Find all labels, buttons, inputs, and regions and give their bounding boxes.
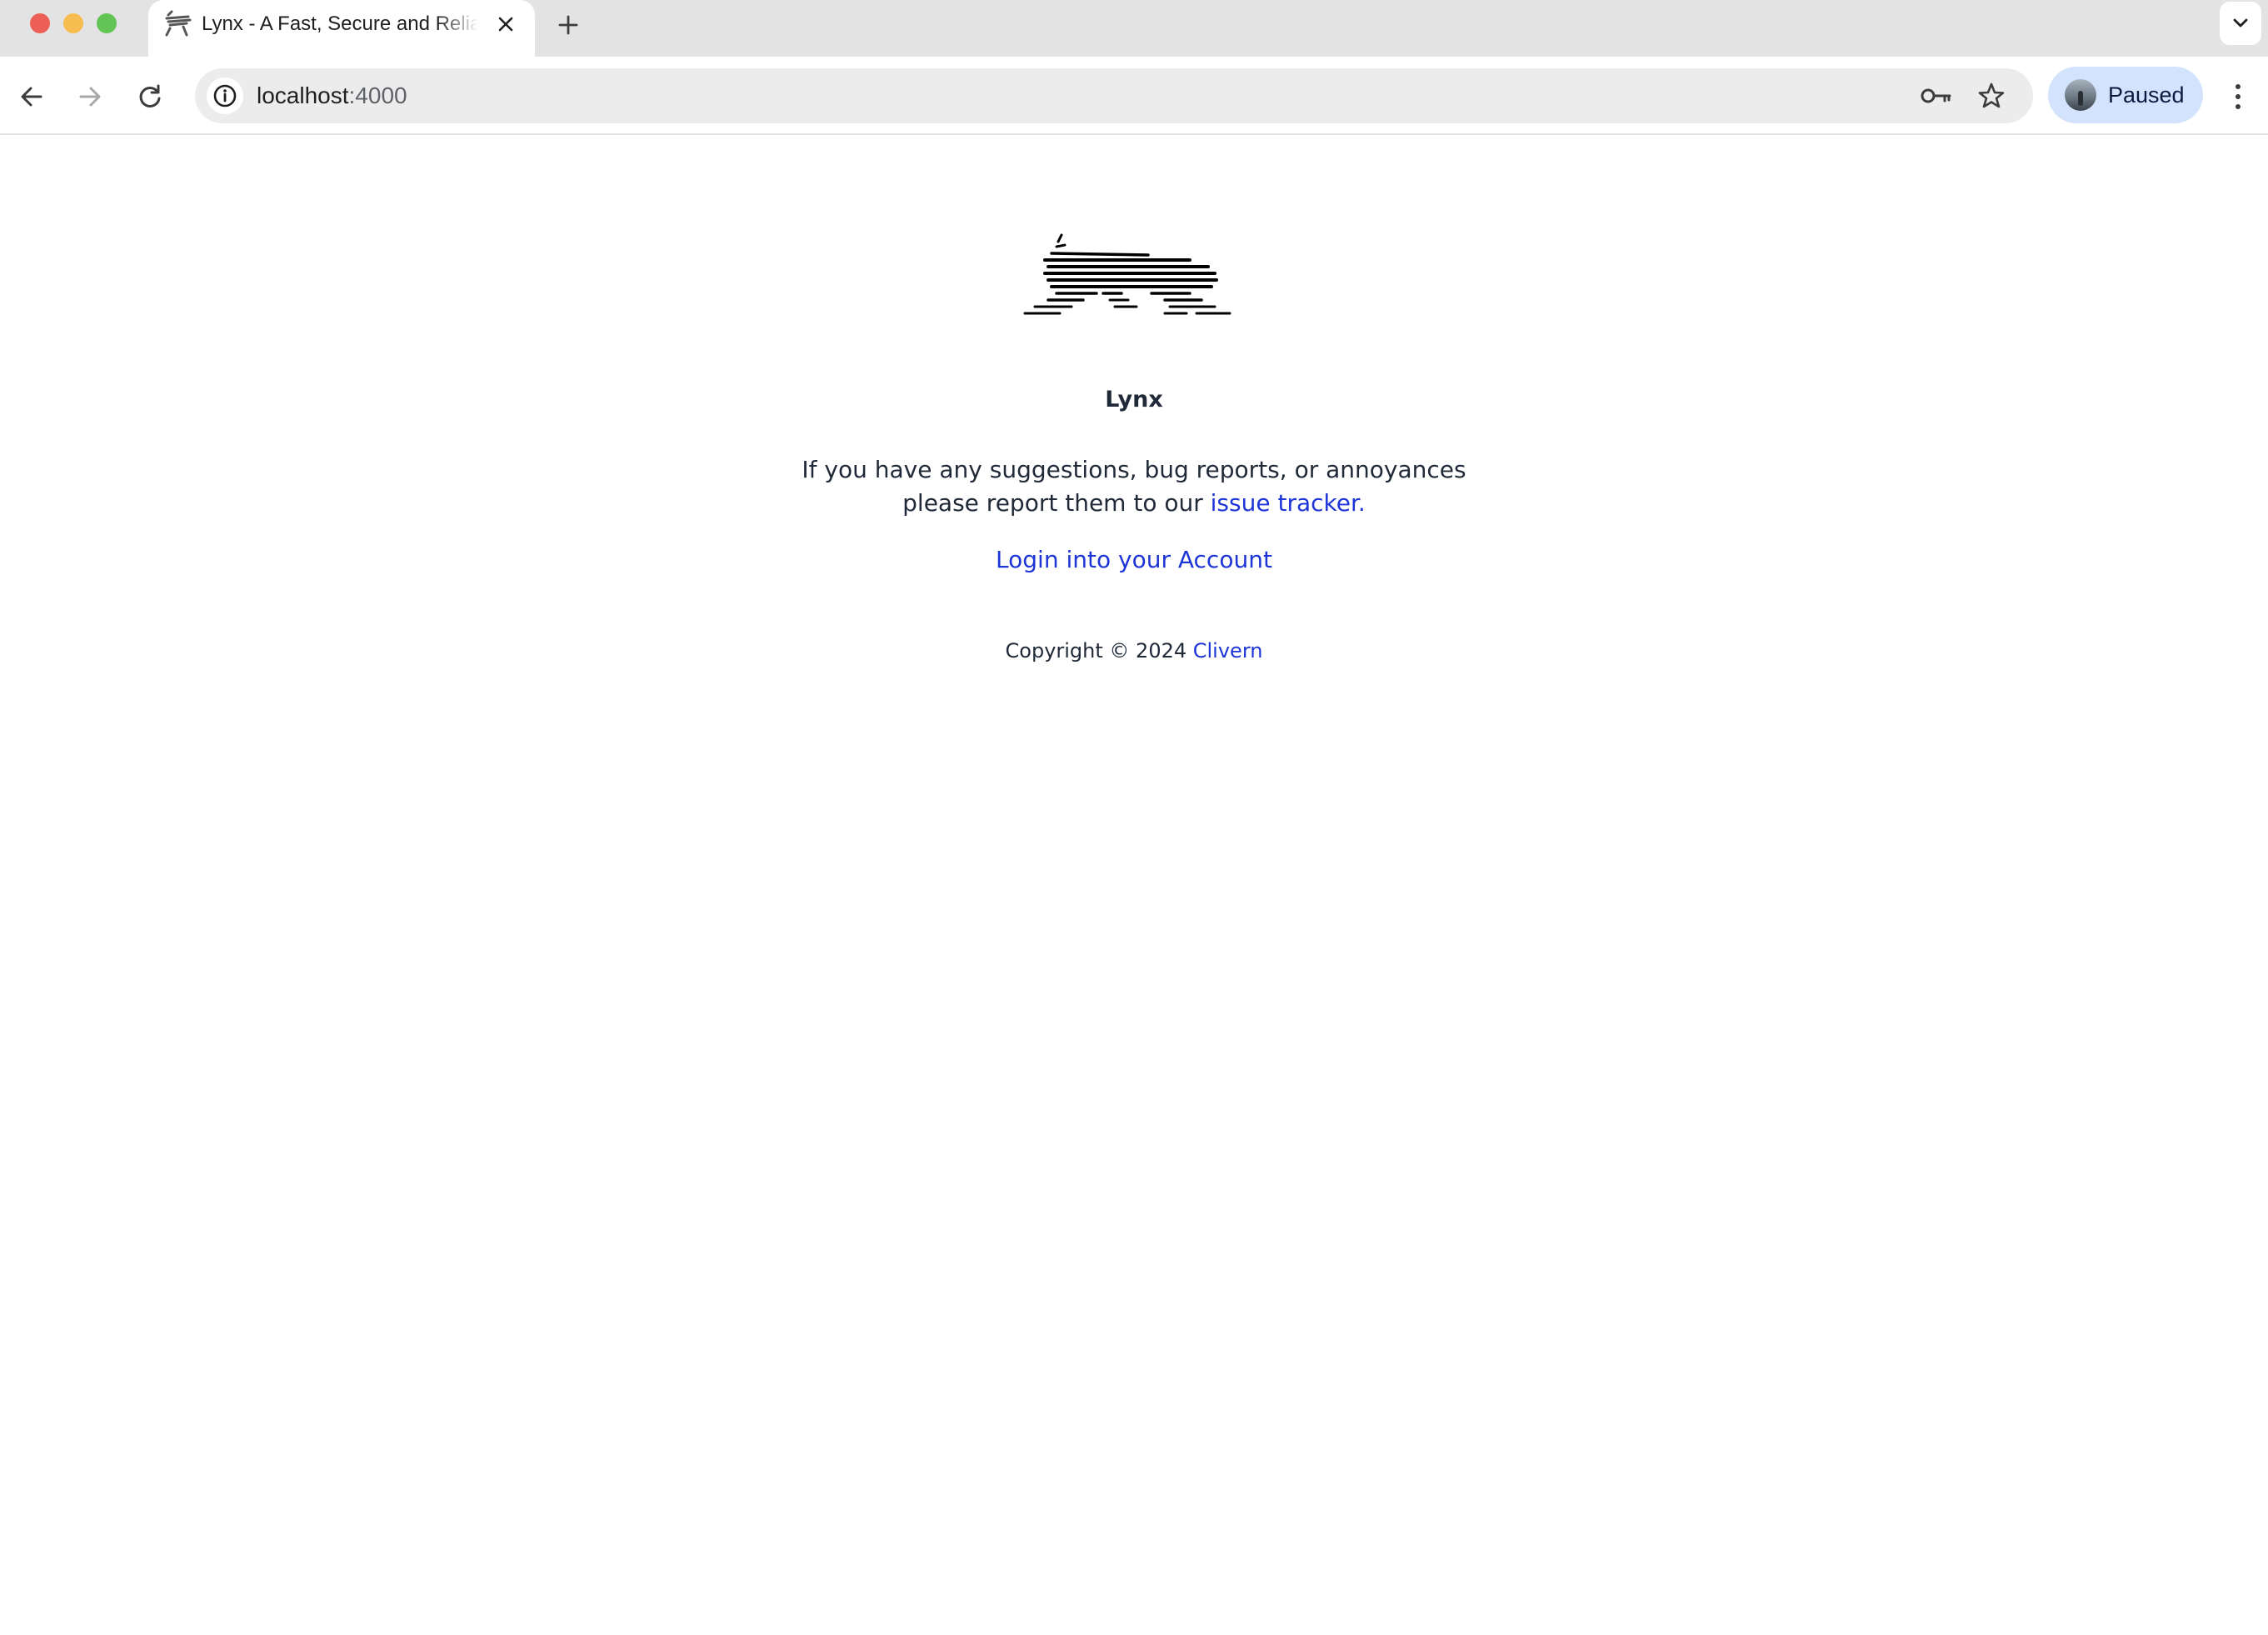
avatar	[2065, 79, 2096, 111]
lynx-favicon-icon	[163, 10, 193, 38]
close-window-button[interactable]	[30, 13, 50, 33]
address-bar[interactable]: localhost:4000	[195, 68, 2033, 123]
login-row: Login into your Account	[0, 543, 2268, 577]
page-content: Lynx If you have any suggestions, bug re…	[0, 135, 2268, 1635]
login-link[interactable]: Login into your Account	[996, 546, 1272, 573]
url-text: localhost:4000	[257, 68, 407, 123]
browser-tab-strip: Lynx - A Fast, Secure and Reliable	[0, 0, 2268, 57]
profile-button[interactable]: Paused	[2048, 67, 2203, 123]
reload-button[interactable]	[130, 77, 170, 117]
tab-title: Lynx - A Fast, Secure and Reliable	[202, 12, 478, 35]
plus-icon	[558, 15, 578, 35]
chevron-down-icon	[2233, 18, 2248, 28]
maximize-window-button[interactable]	[97, 13, 117, 33]
issue-tracker-link[interactable]: issue tracker	[1211, 489, 1358, 517]
feedback-message: If you have any suggestions, bug reports…	[0, 453, 2268, 520]
kebab-menu-icon	[2236, 84, 2241, 109]
new-tab-button[interactable]	[552, 8, 585, 42]
tab-search-button[interactable]	[2220, 2, 2261, 45]
feedback-line-2: please report them to our issue tracker.	[0, 487, 2268, 520]
browser-menu-button[interactable]	[2220, 77, 2256, 117]
arrow-right-icon	[79, 87, 101, 107]
copyright-text: Copyright © 2024	[1005, 639, 1193, 662]
arrow-left-icon	[21, 87, 42, 107]
url-host: localhost	[257, 82, 349, 108]
reload-icon	[139, 84, 161, 108]
star-icon[interactable]	[1975, 79, 2008, 112]
info-icon[interactable]	[207, 78, 243, 114]
copyright-footer: Copyright © 2024 Clivern	[0, 637, 2268, 665]
feedback-period: .	[1357, 489, 1366, 517]
clivern-link[interactable]: Clivern	[1193, 639, 1263, 662]
browser-toolbar: localhost:4000 Paused	[0, 57, 2268, 135]
app-title: Lynx	[1105, 387, 1163, 412]
feedback-line-2-text: please report them to our	[902, 489, 1211, 517]
browser-tab-active[interactable]: Lynx - A Fast, Secure and Reliable	[148, 0, 535, 57]
lynx-logo-icon	[1023, 233, 1241, 325]
minimize-window-button[interactable]	[63, 13, 83, 33]
feedback-line-1: If you have any suggestions, bug reports…	[802, 456, 1466, 483]
back-button[interactable]	[12, 77, 52, 117]
close-icon[interactable]	[492, 10, 520, 38]
forward-button[interactable]	[70, 77, 110, 117]
url-port: :4000	[348, 82, 407, 108]
profile-status-label: Paused	[2108, 82, 2185, 108]
key-icon[interactable]	[1920, 79, 1953, 112]
